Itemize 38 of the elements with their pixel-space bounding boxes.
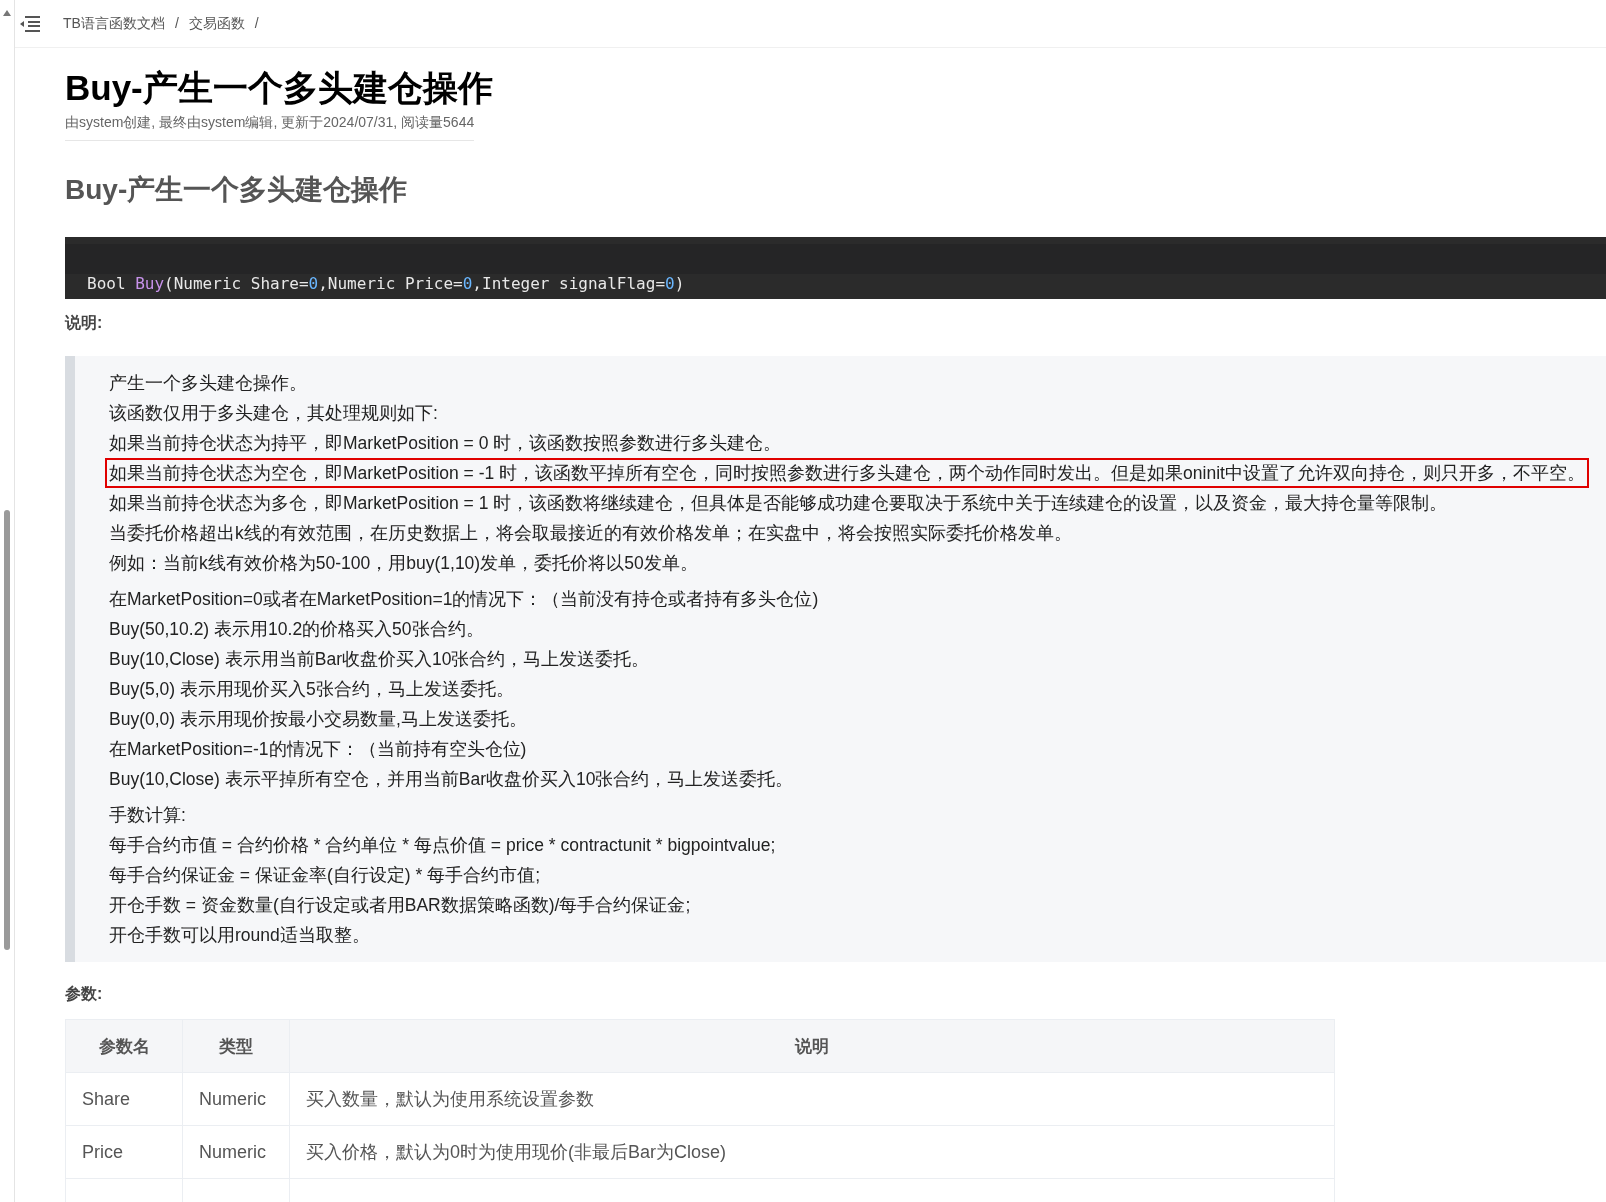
breadcrumb-separator: / (254, 14, 259, 33)
text-line: Buy(50,10.2) 表示用10.2的价格买入50张合约。 (108, 618, 485, 641)
text-line: 产生一个多头建仓操作。 (108, 372, 308, 395)
column-header: 参数名 (65, 1019, 183, 1073)
text-line: 在MarketPosition=0或者在MarketPosition=1的情况下：（当前没有持仓或者持有多头仓位) (108, 588, 820, 611)
text-line: Buy(10,Close) 表示用当前Bar收盘价买入10张合约，马上发送委托。 (108, 648, 651, 671)
page-title: Buy-产生一个多头建仓操作 (65, 67, 494, 109)
text-line: Buy(0,0) 表示用现价按最小交易数量,马上发送委托。 (108, 708, 528, 731)
text-line: 该函数仅用于多头建仓，其处理规则如下: (108, 402, 439, 425)
text-line: 如果当前持仓状态为多仓，即MarketPosition = 1 时，该函数将继续建仓，但具体是否能够成功建仓要取决于系统中关于连续建仓的设置，以及资金，最大持仓量等限制。 (108, 492, 1449, 515)
text-line: 手数计算: (108, 804, 187, 827)
text-line: 如果当前持仓状态为持平，即MarketPosition = 0 时，该函数按照参数进行多头建仓。 (108, 432, 783, 455)
code-block: Bool Buy(Numeric Share=0,Numeric Price=0,Integer signalFlag=0) (65, 237, 1606, 299)
text-line: Buy(5,0) 表示用现价买入5张合约，马上发送委托。 (108, 678, 515, 701)
table-cell: Numeric (182, 1072, 290, 1126)
breadcrumb-link[interactable]: TB语言函数文档 (63, 14, 165, 33)
params-label: 参数: (65, 984, 104, 1004)
text-line: 开仓手数 = 资金数量(自行设定或者用BAR数据策略函数)/每手合约保证金; (108, 894, 692, 917)
text-line: 每手合约市值 = 合约价格 * 合约单位 * 每点价值 = price * contractunit * bigpointvalue; (108, 834, 777, 857)
text-line: 例如：当前k线有效价格为50-100，用buy(1,10)发单，委托价将以50发单。 (108, 552, 699, 575)
description-label: 说明: (65, 313, 104, 333)
table-cell: 买入数量，默认为使用系统设置参数 (289, 1072, 1335, 1126)
breadcrumb-link[interactable]: 交易函数 (188, 14, 245, 33)
column-header: 类型 (182, 1019, 290, 1073)
menu-icon[interactable] (19, 14, 41, 33)
column-header: 说明 (289, 1019, 1335, 1073)
table-cell: 买入价格，默认为0时为使用现价(非最后Bar为Close) (289, 1125, 1335, 1179)
text-line: 当委托价格超出k线的有效范围，在历史数据上，将会取最接近的有效价格发单；在实盘中，将会按照实际委托价格发单。 (108, 522, 1073, 545)
page-meta: 由system创建, 最终由system编辑, 更新于2024/07/31, 阅读量5644 (65, 114, 475, 141)
table-cell: Share (65, 1072, 183, 1126)
table-cell: Price (65, 1125, 183, 1179)
text-line: 每手合约保证金 = 保证金率(自行设定) * 每手合约市值; (108, 864, 541, 887)
breadcrumb-separator: / (174, 14, 179, 33)
section-heading: Buy-产生一个多头建仓操作 (65, 173, 409, 207)
text-line: 开仓手数可以用round适当取整。 (108, 924, 371, 947)
text-line: 在MarketPosition=-1的情况下：（当前持有空头仓位) (108, 738, 528, 761)
text-line: Buy(10,Close) 表示平掉所有空仓，并用当前Bar收盘价买入10张合约，马上发送委托。 (108, 768, 795, 791)
table-cell: Numeric (182, 1125, 290, 1179)
